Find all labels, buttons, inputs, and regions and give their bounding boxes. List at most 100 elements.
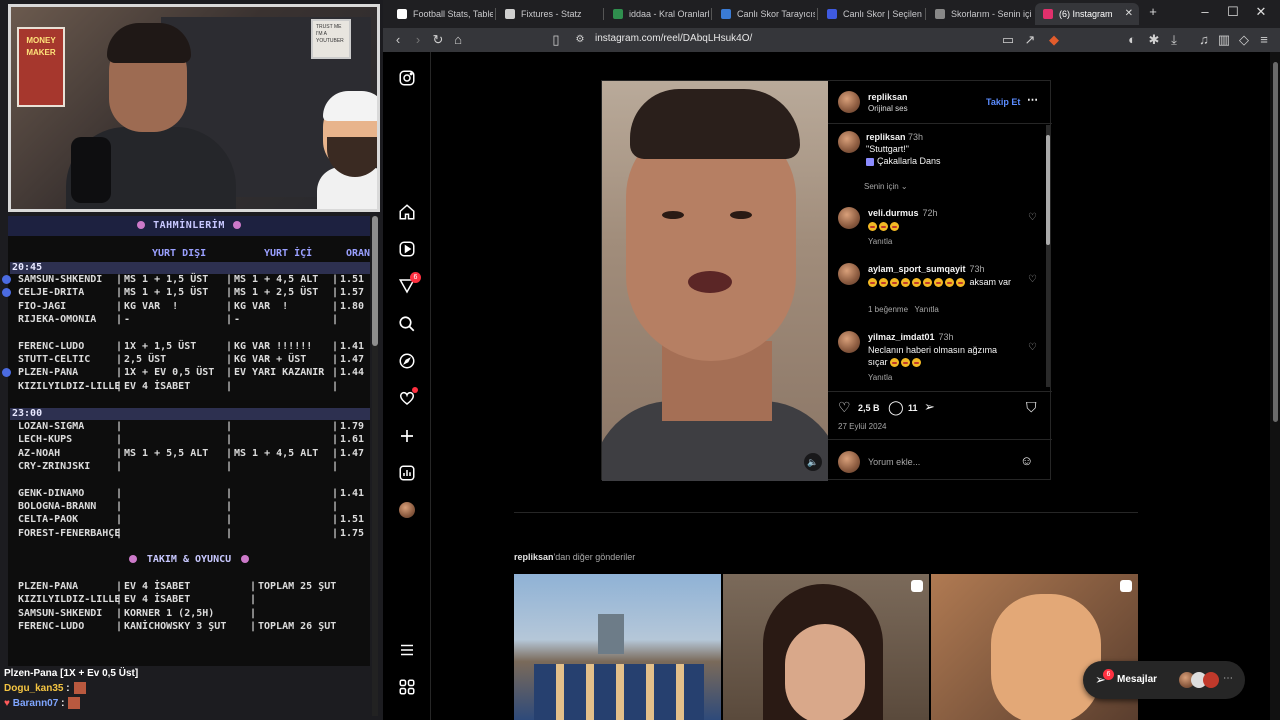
browser-tab[interactable]: iddaa - Kral Oranlarla [605,3,709,25]
like-count[interactable]: 2,5 B [858,403,880,413]
yurt-ici-pick: MS 1 + 4,5 ALT [234,274,319,285]
favicon-icon [505,9,515,19]
more-posts-username[interactable]: repliksan [514,552,554,562]
extensions-icon[interactable]: ✱ [1145,31,1163,49]
odds-value: 1.79 [340,421,365,432]
commenter-avatar[interactable] [838,263,860,285]
cast-icon[interactable]: ▭ [999,31,1017,49]
bookmark-icon[interactable]: ▯ [547,31,565,49]
threads-app-icon[interactable] [397,677,417,697]
predictions-scrollbar[interactable] [372,216,378,716]
reload-icon[interactable]: ↻ [429,31,447,49]
page-scrollbar[interactable] [1270,52,1280,720]
caption-username[interactable]: repliksan [866,132,906,142]
comment-like-icon[interactable]: ♡ [1028,343,1038,353]
commenter-username[interactable]: veli.durmus [868,208,919,218]
download-icon[interactable]: ⤓ [1165,31,1183,49]
laughing-emoji-icon [912,358,922,368]
browser-tab[interactable]: Football Stats, Tables [389,3,493,25]
home-icon[interactable] [397,202,417,222]
emoji-picker-icon[interactable]: ☺ [1020,453,1033,468]
post-thumbnail[interactable] [514,574,721,720]
comment-reply-link[interactable]: 1 beğenme Yanıtla [868,305,939,314]
browser-tab[interactable]: Canlı Skor Tarayıcısı [713,3,815,25]
close-window-button[interactable]: ✕ [1251,4,1271,20]
browser-tab[interactable]: (6) Instagram ✕ [1035,3,1139,25]
media-icon[interactable]: ♫ [1195,31,1213,49]
share-icon[interactable]: ➢ [924,399,935,415]
explore-icon[interactable] [397,351,417,371]
section-divider [514,512,1138,513]
yurt-ici-pick: KG VAR !!!!!! [234,341,313,352]
column-separator: | [332,367,339,378]
scrollbar-thumb[interactable] [1046,135,1050,245]
minimize-button[interactable]: – [1195,4,1215,19]
scrollbar-thumb[interactable] [372,216,378,346]
comment-reply-link[interactable]: Yanıtla [868,373,892,382]
comment-count[interactable]: 11 [908,403,918,413]
comment-reply-link[interactable]: Yanıtla [868,237,892,246]
instagram-logo-icon[interactable] [397,68,417,88]
profile-avatar[interactable] [397,500,417,520]
match-name: CELTA-PAOK [18,514,79,525]
browser-tab[interactable]: Fixtures - Statz [497,3,601,25]
menu-icon[interactable]: ≡ [1255,31,1273,49]
more-options-icon[interactable]: ⋯ [1027,93,1038,106]
forward-icon[interactable]: › [409,31,427,49]
more-menu-icon[interactable] [397,640,417,660]
browser-tab[interactable]: Skorlarım - Senin için [927,3,1031,25]
search-icon[interactable] [397,314,417,334]
audio-label[interactable]: Orijinal ses [868,104,908,113]
commenter-avatar[interactable] [838,331,860,353]
author-username[interactable]: repliksan [868,92,908,102]
address-bar[interactable]: instagram.com/reel/DAbqLHsuk4O/ [595,33,752,44]
column-separator: | [116,594,123,605]
create-icon[interactable] [397,426,417,446]
comment-input[interactable]: Yorum ekle... [868,457,920,467]
chat-text: : [66,683,70,694]
commenter-username[interactable]: yilmaz_imdat01 [868,332,935,342]
back-icon[interactable]: ‹ [389,31,407,49]
save-icon[interactable]: ⛉ [1026,399,1037,416]
notifications-heart-icon[interactable] [397,387,418,408]
follow-button[interactable]: Takip Et [986,97,1020,107]
vpn-icon[interactable]: ◐ [1123,31,1141,49]
like-icon[interactable]: ♡ [838,399,851,416]
commenter-avatar[interactable] [838,207,860,229]
avatar [399,502,415,518]
commenter-username[interactable]: aylam_sport_sumqayit [868,264,966,274]
close-tab-icon[interactable]: ✕ [1125,3,1133,25]
laughing-emoji-icon [901,278,910,288]
messages-button[interactable]: ➢ 6 Mesajlar ⋯ [1083,661,1245,699]
author-avatar[interactable] [838,91,860,113]
column-separator: | [226,341,233,352]
post-thumbnail[interactable] [723,574,929,720]
volume-icon[interactable]: 🔈 [804,453,822,471]
reel-post: 🔈 repliksan Orijinal ses Takip Et ⋯ repl… [601,80,1052,481]
comments-scrollbar[interactable] [1046,125,1050,387]
comment-icon[interactable]: ◯ [888,399,904,416]
messages-badge: 6 [1103,669,1114,680]
new-tab-button[interactable]: + [1143,4,1163,19]
wallet-icon[interactable]: ◇ [1235,31,1253,49]
caption-avatar[interactable] [838,131,860,153]
browser-tab[interactable]: Canlı Skor | Seçilen m [819,3,923,25]
reels-icon[interactable] [397,239,417,259]
column-separator: | [250,621,257,632]
comment-like-icon[interactable]: ♡ [1028,275,1038,285]
activity-icon[interactable]: 6 [397,272,421,296]
home-icon[interactable]: ⌂ [449,31,467,49]
brave-shield-icon[interactable]: ◆ [1045,31,1063,49]
comment-filter-dropdown[interactable]: Senin için ⌄ [864,182,908,191]
dashboard-icon[interactable] [397,463,417,483]
tab-label: (6) Instagram [1059,9,1113,19]
site-settings-icon[interactable]: ⚙ [571,31,589,49]
scrollbar-thumb[interactable] [1273,62,1278,422]
maximize-button[interactable]: ☐ [1223,4,1243,20]
comment-like-icon[interactable]: ♡ [1028,213,1038,223]
sidebar-toggle-icon[interactable]: ▥ [1215,31,1233,49]
reel-video[interactable]: 🔈 [602,81,828,481]
reel-indicator-icon [911,580,923,592]
share-icon[interactable]: ↗ [1021,31,1039,49]
comment-time: 73h [969,264,985,274]
